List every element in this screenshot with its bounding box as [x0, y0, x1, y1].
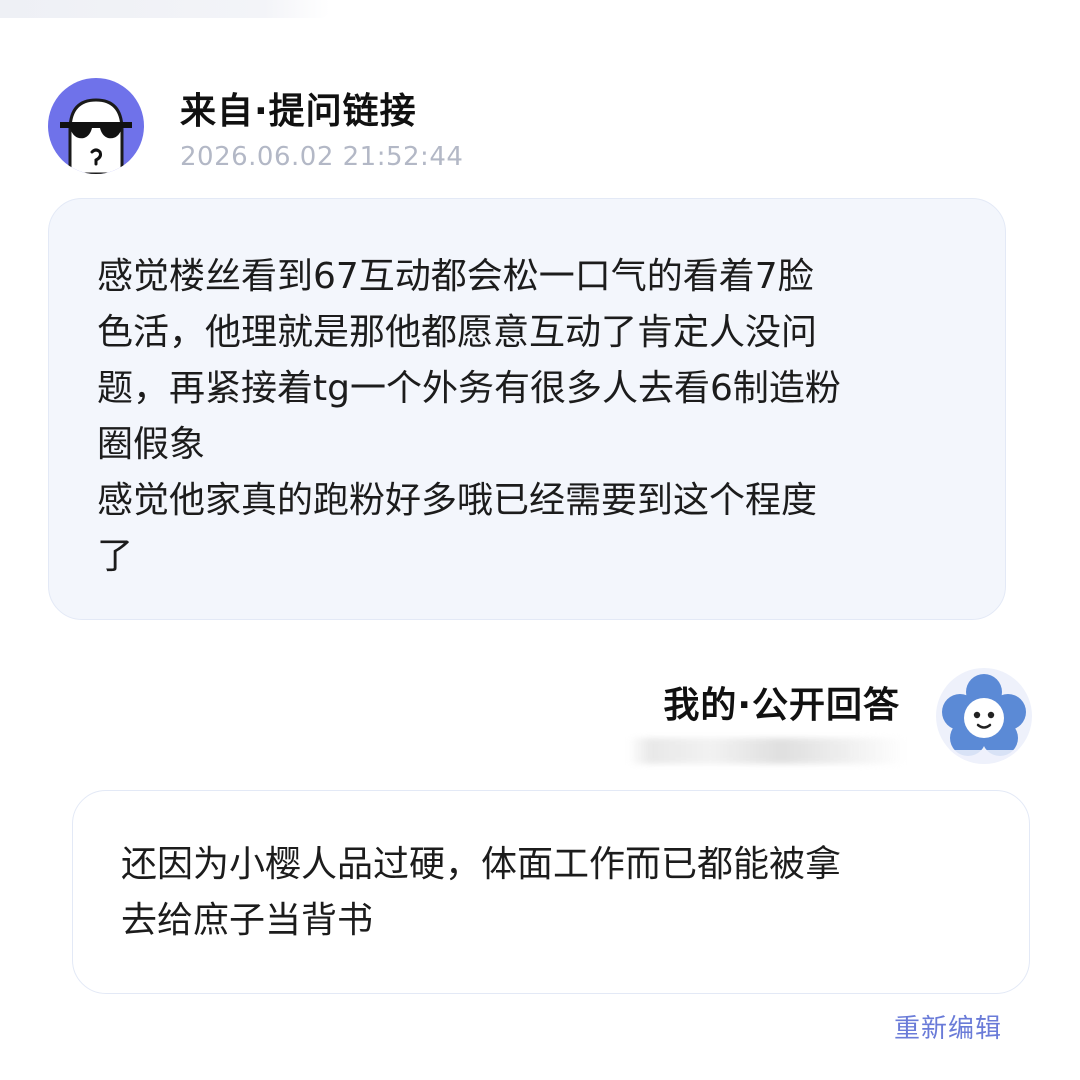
- reedit-button[interactable]: 重新编辑: [894, 1008, 1002, 1045]
- top-strip-fragment: [0, 0, 330, 18]
- question-source-label: 来自·提问链接: [180, 91, 417, 132]
- question-timestamp: 2026.06.02 21:52:44: [180, 142, 464, 172]
- my-avatar[interactable]: [936, 668, 1032, 764]
- question-text: 感觉楼丝看到67互动都会松一口气的看着7脸 色活，他理就是那他都愿意互动了肯定人…: [97, 256, 841, 577]
- blurred-subtitle: [628, 738, 906, 764]
- answer-text: 还因为小樱人品过硬，体面工作而已都能被拿 去给庶子当背书: [121, 844, 842, 941]
- sunglasses-face-icon: [60, 98, 132, 174]
- question-bubble: 感觉楼丝看到67互动都会松一口气的看着7脸 色活，他理就是那他都愿意互动了肯定人…: [48, 198, 1006, 620]
- asker-avatar: [48, 78, 144, 174]
- flower-face-icon: [942, 674, 1026, 760]
- answer-label: 我的·公开回答: [663, 685, 900, 726]
- answer-bubble: 还因为小樱人品过硬，体面工作而已都能被拿 去给庶子当背书: [72, 790, 1030, 994]
